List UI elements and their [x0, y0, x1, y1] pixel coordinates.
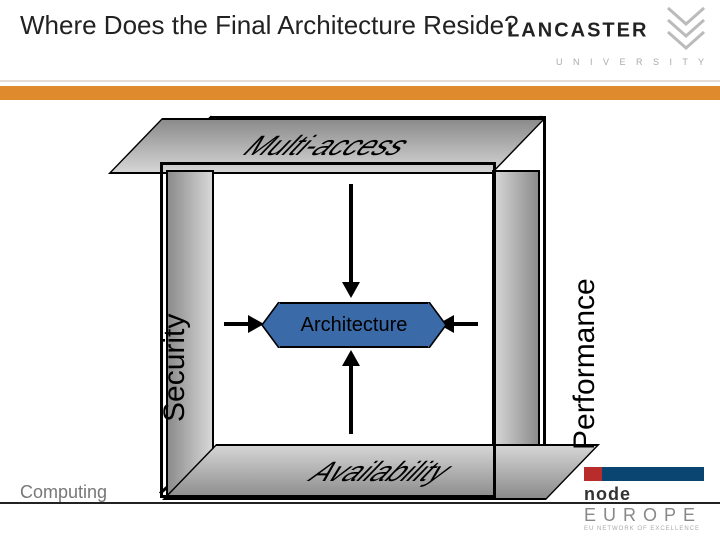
arrow-line — [224, 322, 250, 326]
brand-subline: U N I V E R S I T Y — [428, 57, 708, 67]
arrow-down-icon — [342, 282, 360, 298]
node-suffix: EUROPE — [584, 505, 702, 525]
university-logo: LANCASTER U N I V E R S I T Y — [428, 6, 708, 67]
footer-left-text: Computing — [20, 482, 107, 503]
arrow-line — [349, 364, 353, 434]
arrow-up-icon — [342, 350, 360, 366]
accent-bar — [0, 86, 720, 100]
architecture-diagram: Multi-access Availability Security Perfo… — [130, 112, 570, 532]
divider-thin — [0, 80, 720, 82]
center-node: Architecture — [278, 302, 430, 348]
arrow-right-icon — [248, 315, 264, 333]
arrow-line — [452, 322, 478, 326]
node-name: node — [584, 484, 631, 504]
node-subline: EU NETWORK OF EXCELLENCE — [584, 526, 704, 532]
arrow-line — [349, 184, 353, 284]
node-color-bar — [584, 467, 704, 481]
shield-chevron-icon — [664, 6, 708, 59]
label-left: Security — [158, 314, 192, 422]
brand-name: LANCASTER — [507, 20, 648, 42]
label-right: Performance — [568, 278, 602, 450]
node-europe-logo: node EUROPE EU NETWORK OF EXCELLENCE — [584, 467, 704, 532]
